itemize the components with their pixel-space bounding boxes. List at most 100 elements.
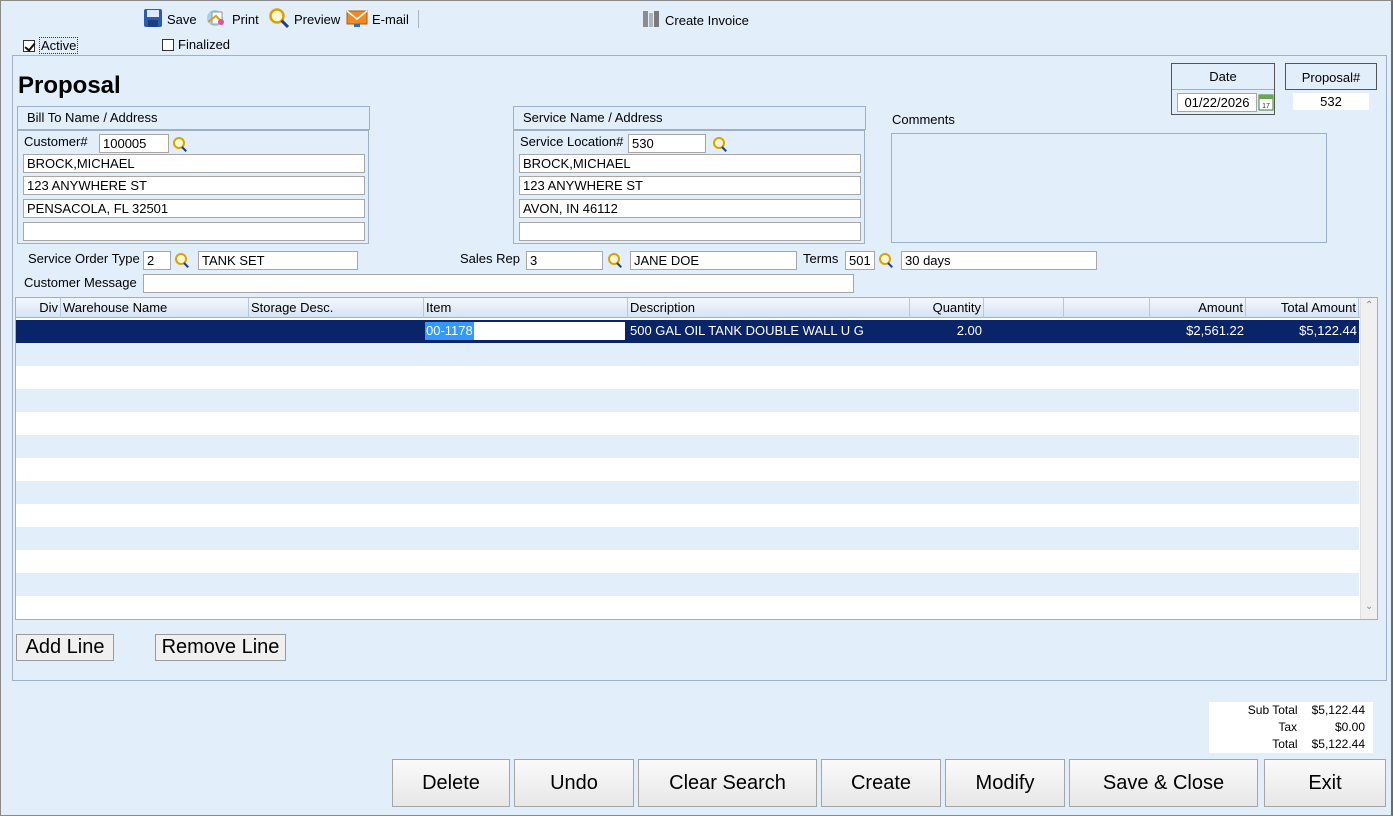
- subtotal-value: $5,122.44: [1311, 703, 1365, 717]
- col-blank-1[interactable]: [984, 298, 1064, 318]
- page-title: Proposal: [18, 72, 121, 99]
- item-cell-selected-text: 00-1178: [425, 322, 474, 340]
- service-location-input[interactable]: 530: [628, 134, 706, 153]
- active-check-box: [23, 39, 35, 52]
- empty-row[interactable]: [16, 389, 1359, 412]
- order-type-search-icon[interactable]: [174, 252, 190, 268]
- terms-label: Terms: [803, 251, 839, 266]
- finalized-checkbox[interactable]: Finalized: [162, 37, 230, 52]
- service-title: Service Name / Address: [513, 106, 866, 130]
- service-address3-input[interactable]: [519, 222, 861, 241]
- col-quantity[interactable]: Quantity: [910, 298, 984, 318]
- empty-row[interactable]: [16, 412, 1359, 435]
- save-toolbar-button[interactable]: Save: [143, 8, 197, 30]
- active-checkbox[interactable]: Active: [23, 37, 79, 54]
- col-warehouse[interactable]: Warehouse Name: [61, 298, 249, 318]
- empty-row[interactable]: [16, 504, 1359, 527]
- col-blank-2[interactable]: [1064, 298, 1150, 318]
- date-group: Date 01/22/2026 17: [1171, 63, 1275, 115]
- svg-text:17: 17: [1262, 103, 1270, 110]
- col-total-amount[interactable]: Total Amount: [1246, 298, 1359, 318]
- service-location-search-icon[interactable]: [712, 136, 728, 152]
- preview-toolbar-label: Preview: [294, 11, 341, 27]
- proposal-group: Proposal# 532: [1285, 63, 1377, 115]
- subtotal-label: Sub Total: [1247, 703, 1298, 717]
- empty-row[interactable]: [16, 458, 1359, 481]
- empty-row[interactable]: [16, 481, 1359, 504]
- remove-line-button[interactable]: Remove Line: [155, 634, 286, 661]
- cell-blank-1: [984, 320, 1064, 343]
- customer-search-icon[interactable]: [172, 136, 188, 152]
- empty-row[interactable]: [16, 435, 1359, 458]
- clear-search-button[interactable]: Clear Search: [638, 759, 817, 807]
- undo-button[interactable]: Undo: [514, 759, 634, 807]
- total-label: Total: [1272, 737, 1298, 751]
- preview-toolbar-button[interactable]: Preview: [268, 7, 341, 30]
- email-icon: [346, 8, 368, 31]
- col-item[interactable]: Item: [424, 298, 628, 318]
- sales-rep-name-input[interactable]: JANE DOE: [630, 251, 797, 270]
- bill-to-address2-input[interactable]: PENSACOLA, FL 32501: [23, 199, 365, 218]
- customer-message-input[interactable]: [143, 274, 854, 293]
- terms-code-input[interactable]: 501: [845, 251, 875, 270]
- line-items-grid: Div Warehouse Name Storage Desc. Item De…: [15, 297, 1378, 620]
- customer-message-label: Customer Message: [24, 275, 137, 290]
- cell-storage: [249, 320, 424, 343]
- grid-scrollbar[interactable]: ⌃ ⌄: [1360, 298, 1377, 619]
- col-description[interactable]: Description: [628, 298, 910, 318]
- exit-button[interactable]: Exit: [1264, 759, 1386, 807]
- save-close-button[interactable]: Save & Close: [1069, 759, 1258, 807]
- total-row: Total $5,122.44: [1209, 736, 1373, 753]
- scroll-down-icon[interactable]: ⌄: [1365, 601, 1373, 612]
- empty-row[interactable]: [16, 550, 1359, 573]
- calendar-icon[interactable]: 17: [1258, 93, 1274, 114]
- print-toolbar-button[interactable]: Print: [206, 8, 259, 30]
- sales-rep-label: Sales Rep: [460, 251, 520, 266]
- sales-rep-search-icon[interactable]: [607, 252, 623, 268]
- bill-to-address1-input[interactable]: 123 ANYWHERE ST: [23, 176, 365, 195]
- customer-input[interactable]: 100005: [99, 134, 169, 153]
- tax-label: Tax: [1278, 720, 1297, 734]
- cell-quantity: 2.00: [956, 323, 982, 338]
- scroll-up-icon[interactable]: ⌃: [1365, 300, 1373, 311]
- comments-label: Comments: [892, 112, 955, 127]
- create-invoice-button[interactable]: Create Invoice: [641, 9, 749, 31]
- service-address2-input[interactable]: AVON, IN 46112: [519, 199, 861, 218]
- empty-row[interactable]: [16, 343, 1359, 366]
- service-address1-input[interactable]: 123 ANYWHERE ST: [519, 176, 861, 195]
- col-storage[interactable]: Storage Desc.: [249, 298, 424, 318]
- cell-amount: $2,561.22: [1186, 323, 1244, 338]
- print-toolbar-label: Print: [232, 11, 259, 27]
- add-line-button[interactable]: Add Line: [16, 634, 114, 661]
- subtotal-row: Sub Total $5,122.44: [1209, 702, 1373, 719]
- terms-search-icon[interactable]: [878, 252, 894, 268]
- empty-row[interactable]: [16, 527, 1359, 550]
- date-input[interactable]: 01/22/2026: [1177, 93, 1257, 112]
- item-cell-editor[interactable]: 00-1178: [425, 322, 625, 340]
- comments-textarea[interactable]: [891, 133, 1327, 243]
- table-row[interactable]: 00-1178 500 GAL OIL TANK DOUBLE WALL U G…: [16, 320, 1359, 343]
- cell-div: [16, 320, 61, 343]
- bill-to-name-input[interactable]: BROCK,MICHAEL: [23, 154, 365, 173]
- cell-blank-2: [1064, 320, 1150, 343]
- save-toolbar-label: Save: [167, 11, 197, 27]
- empty-row[interactable]: [16, 596, 1359, 619]
- sales-rep-code-input[interactable]: 3: [526, 251, 603, 270]
- service-location-label: Service Location#: [520, 134, 624, 149]
- email-toolbar-label: E-mail: [372, 11, 409, 27]
- invoice-icon: [641, 9, 661, 32]
- bill-to-title: Bill To Name / Address: [17, 106, 370, 130]
- service-name-input[interactable]: BROCK,MICHAEL: [519, 154, 861, 173]
- bill-to-address3-input[interactable]: [23, 222, 365, 241]
- email-toolbar-button[interactable]: E-mail: [346, 8, 409, 30]
- terms-name-input[interactable]: 30 days: [901, 251, 1097, 270]
- modify-button[interactable]: Modify: [945, 759, 1065, 807]
- create-button[interactable]: Create: [821, 759, 941, 807]
- delete-button[interactable]: Delete: [392, 759, 510, 807]
- col-amount[interactable]: Amount: [1150, 298, 1246, 318]
- order-type-code-input[interactable]: 2: [143, 251, 171, 270]
- empty-row[interactable]: [16, 366, 1359, 389]
- empty-row[interactable]: [16, 573, 1359, 596]
- col-div[interactable]: Div: [16, 298, 61, 318]
- order-type-name-input[interactable]: TANK SET: [198, 251, 358, 270]
